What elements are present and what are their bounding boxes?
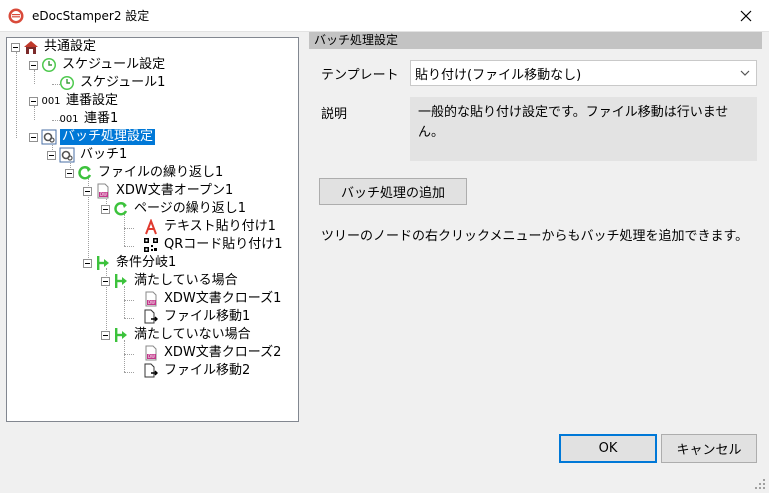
tree-node-page-loop-1[interactable]: ページの繰り返し1 [101,200,248,218]
qr-code-icon [143,237,159,253]
loop-icon [77,165,93,181]
tree-node-label: ファイルの繰り返し1 [98,165,224,180]
collapse-toggle[interactable] [47,150,56,160]
close-button[interactable] [723,0,769,32]
tree-node-label: ファイル移動2 [164,363,251,378]
tree-node-label: 満たしている場合 [134,273,238,288]
loop-icon [113,201,129,217]
tree-node-batch-1[interactable]: バッチ1 [47,146,129,164]
template-select[interactable]: 貼り付け(ファイル移動なし) [410,60,757,86]
tree-node-schedule-settings[interactable]: スケジュール設定 [29,56,167,74]
tree-node-xdw-open-1[interactable]: DW XDW文書オープン1 [83,182,235,200]
cancel-button[interactable]: キャンセル [661,434,757,463]
collapse-toggle[interactable] [101,204,110,214]
clock-icon [59,75,75,91]
collapse-toggle[interactable] [65,168,74,178]
tree-node-label: XDW文書オープン1 [116,183,234,198]
chevron-down-icon [740,70,750,76]
tree-node-label: 条件分岐1 [116,255,177,270]
panel-header: バッチ処理設定 [309,32,762,49]
svg-text:DW: DW [148,354,155,359]
file-move-icon [143,363,159,379]
tree-node-serial-settings[interactable]: 001 連番設定 [29,92,120,110]
branch-arrow-icon [113,273,129,289]
clock-icon [41,57,57,73]
branch-arrow-icon [95,255,111,271]
tree-node-label: 連番設定 [66,93,119,108]
tree-node-label: ページの繰り返し1 [134,201,247,216]
batch-gear-icon [59,147,75,163]
tree-node-condition-1[interactable]: 条件分岐1 [83,254,178,272]
hint-text: ツリーのノードの右クリックメニューからもバッチ処理を追加できます。 [321,229,749,244]
tree-node-label: 連番1 [84,111,119,126]
house-icon [23,39,39,55]
tree-node-if-satisfied[interactable]: 満たしている場合 [101,272,240,290]
tree-node-file-move-1[interactable]: ファイル移動1 [143,308,252,326]
title-bar: eDocStamper2 設定 [0,0,769,32]
tree-node-serial-1[interactable]: 001 連番1 [59,110,120,128]
tree-node-qr-paste-1[interactable]: QRコード貼り付け1 [143,236,285,254]
description-label: 説明 [321,107,348,122]
tree-node-file-move-2[interactable]: ファイル移動2 [143,362,252,380]
collapse-toggle[interactable] [101,276,110,286]
tree-node-common-settings[interactable]: 共通設定 [11,38,98,56]
xdw-document-icon: DW [143,345,159,361]
tree-node-label: スケジュール1 [80,75,166,90]
add-batch-button[interactable]: バッチ処理の追加 [319,178,467,205]
resize-grip-icon[interactable] [754,478,766,490]
collapse-toggle[interactable] [83,186,92,196]
settings-tree[interactable]: 共通設定 スケジュール設定 スケジュール1 001 連番設定 001 連番1 バ… [6,37,299,422]
tree-node-text-paste-1[interactable]: テキスト貼り付け1 [143,218,278,236]
template-select-value: 貼り付け(ファイル移動なし) [415,67,582,83]
tree-node-label: XDW文書クローズ2 [164,345,282,360]
number-icon: 001 [41,95,61,107]
batch-gear-icon [41,129,57,145]
collapse-toggle[interactable] [11,42,20,52]
svg-text:DW: DW [148,300,155,305]
text-a-icon [143,219,159,235]
tree-node-label: バッチ処理設定 [60,129,156,145]
close-icon [740,10,752,22]
tree-node-label: テキスト貼り付け1 [164,219,276,234]
tree-node-label: バッチ1 [80,147,128,162]
collapse-toggle[interactable] [29,96,38,106]
branch-arrow-icon [113,327,129,343]
collapse-toggle[interactable] [29,132,38,142]
tree-node-label: ファイル移動1 [164,309,251,324]
ok-button[interactable]: OK [559,434,657,463]
xdw-document-icon: DW [95,183,111,199]
tree-node-label: XDW文書クローズ1 [164,291,282,306]
window-title: eDocStamper2 設定 [32,9,150,23]
tree-node-xdw-close-1[interactable]: DW XDW文書クローズ1 [143,290,283,308]
tree-node-file-loop-1[interactable]: ファイルの繰り返し1 [65,164,225,182]
template-label: テンプレート [321,68,399,83]
collapse-toggle[interactable] [101,330,110,340]
tree-node-label: 共通設定 [44,39,97,54]
collapse-toggle[interactable] [29,60,38,70]
tree-node-batch-settings[interactable]: バッチ処理設定 [29,128,156,146]
tree-node-if-not-satisfied[interactable]: 満たしていない場合 [101,326,253,344]
svg-text:DW: DW [100,192,107,197]
number-icon: 001 [59,113,79,125]
description-text: 一般的な貼り付け設定です。ファイル移動は行いません。 [410,97,757,161]
tree-node-xdw-close-2[interactable]: DW XDW文書クローズ2 [143,344,283,362]
collapse-toggle[interactable] [83,258,92,268]
tree-node-label: 満たしていない場合 [134,327,251,342]
file-move-icon [143,309,159,325]
app-logo-icon [8,8,24,24]
tree-node-schedule-1[interactable]: スケジュール1 [59,74,167,92]
tree-node-label: スケジュール設定 [62,57,166,72]
xdw-document-icon: DW [143,291,159,307]
tree-node-label: QRコード貼り付け1 [164,237,283,252]
